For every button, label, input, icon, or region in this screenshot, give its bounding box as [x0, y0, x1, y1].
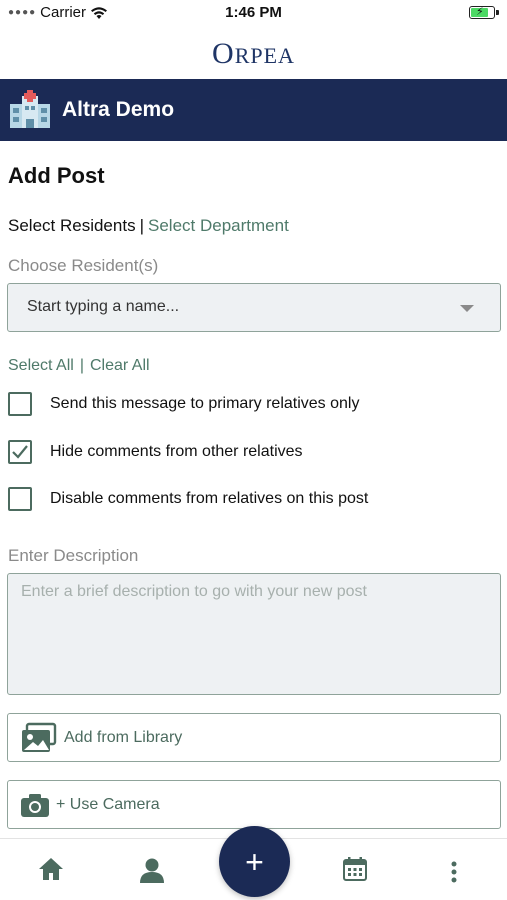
tab-separator: | — [139, 216, 144, 235]
add-from-library-label: Add from Library — [64, 728, 183, 746]
option-primary-relatives[interactable]: Send this message to primary relatives o… — [8, 392, 359, 416]
photo-library-icon — [22, 722, 57, 752]
status-bar: ●●●● Carrier 1:46 PM ⚡ — [0, 0, 507, 28]
selection-mode-tabs: Select Residents | Select Department — [8, 216, 289, 236]
add-post-fab-button[interactable]: + — [219, 826, 290, 897]
tab-select-residents[interactable]: Select Residents — [8, 216, 136, 235]
camera-icon — [21, 793, 49, 817]
checkbox-disable-comments[interactable] — [8, 487, 32, 511]
hospital-icon — [10, 90, 50, 128]
chevron-down-icon — [460, 305, 474, 312]
brand-logo: ORPEA — [212, 37, 295, 70]
option-label: Disable comments from relatives on this … — [50, 490, 369, 507]
add-from-library-button[interactable]: Add from Library — [7, 713, 501, 762]
calendar-icon[interactable] — [343, 857, 367, 881]
tab-select-department[interactable]: Select Department — [148, 216, 289, 235]
option-label: Hide comments from other relatives — [50, 443, 303, 460]
logo-bar: ORPEA — [0, 30, 507, 78]
checkbox-hide-comments[interactable] — [8, 440, 32, 464]
select-clear-separator: | — [79, 357, 84, 374]
clear-all-link[interactable]: Clear All — [90, 357, 150, 374]
description-label: Enter Description — [8, 546, 139, 565]
option-disable-comments[interactable]: Disable comments from relatives on this … — [8, 487, 368, 511]
person-icon[interactable] — [139, 857, 165, 883]
use-camera-button[interactable]: + Use Camera — [7, 780, 501, 829]
facility-header: Altra Demo — [0, 79, 507, 141]
checkbox-primary-relatives[interactable] — [8, 392, 32, 416]
choose-residents-label: Choose Resident(s) — [8, 256, 159, 275]
checkmark-icon — [12, 445, 28, 459]
more-vertical-icon[interactable] — [450, 861, 458, 883]
resident-select-placeholder: Start typing a name... — [27, 298, 180, 315]
page-title: Add Post — [8, 163, 105, 188]
resident-select[interactable]: Start typing a name... — [7, 283, 501, 332]
select-clear-links: Select All | Clear All — [8, 357, 150, 375]
facility-name: Altra Demo — [62, 98, 175, 121]
description-placeholder: Enter a brief description to go with you… — [21, 583, 367, 600]
option-label: Send this message to primary relatives o… — [50, 395, 360, 412]
status-time: 1:46 PM — [225, 4, 282, 21]
use-camera-label: + Use Camera — [56, 795, 160, 813]
option-hide-comments[interactable]: Hide comments from other relatives — [8, 440, 303, 464]
battery-charging-icon: ⚡ — [469, 6, 499, 19]
home-icon[interactable] — [38, 857, 64, 881]
select-all-link[interactable]: Select All — [8, 357, 74, 374]
description-textarea[interactable]: Enter a brief description to go with you… — [7, 573, 501, 695]
